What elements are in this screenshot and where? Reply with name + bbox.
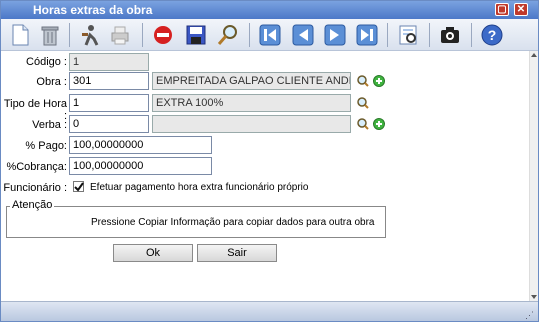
cobranca-field[interactable]: 100,00000000 [69,157,212,175]
verba-add-icon[interactable] [373,118,385,130]
vertical-scrollbar[interactable] [529,51,538,301]
search-icon[interactable] [215,22,241,48]
pago-label: % Pago: [25,140,67,152]
funcionario-checkbox[interactable] [73,181,84,192]
first-record-icon[interactable] [257,22,283,48]
obra-field[interactable]: 301 [69,72,149,90]
obra-search-icon[interactable] [357,75,369,87]
tipo-hora-search-icon[interactable] [357,97,369,109]
report-icon[interactable] [395,22,421,48]
window-title: Horas extras da obra [33,3,153,17]
scroll-up-icon[interactable] [531,53,537,57]
tipo-hora-description: EXTRA 100% [152,94,351,112]
title-bar[interactable]: Horas extras da obra ▢ ✕ [1,1,538,19]
obra-add-icon[interactable] [373,75,385,87]
atencao-text: Pressione Copiar Informação para copiar … [91,217,375,228]
delete-icon[interactable] [37,22,63,48]
print-icon[interactable] [107,22,133,48]
funcionario-label: Funcionário : [3,182,67,194]
status-bar: ⋰ [1,301,538,321]
verba-description [152,115,351,133]
new-document-icon[interactable] [7,22,33,48]
atencao-legend: Atenção [10,199,55,211]
last-record-icon[interactable] [354,22,380,48]
worker-icon[interactable] [77,22,103,48]
help-icon[interactable]: ? [479,22,505,48]
verba-search-icon[interactable] [357,118,369,130]
verba-field[interactable]: 0 [69,115,149,133]
atencao-fieldset: Atenção Pressione Copiar Informação para… [6,199,386,238]
main-window: Horas extras da obra ▢ ✕ ? Código: 1 Ob… [0,0,539,322]
verba-label: Verba : [32,119,67,131]
previous-record-icon[interactable] [290,22,316,48]
obra-label: Obra : [36,76,67,88]
sair-button[interactable]: Sair [197,244,277,262]
maximize-button[interactable]: ▢ [495,3,509,16]
next-record-icon[interactable] [322,22,348,48]
funcionario-checkbox-label: Efetuar pagamento hora extra funcionário… [90,182,309,193]
codigo-field[interactable]: 1 [69,53,149,71]
tipo-hora-field[interactable]: 1 [69,94,149,112]
camera-icon[interactable] [437,22,463,48]
close-button[interactable]: ✕ [514,3,528,16]
resize-grip-icon[interactable]: ⋰ [525,310,534,321]
cancel-icon[interactable] [150,22,176,48]
pago-field[interactable]: 100,00000000 [69,136,212,154]
save-icon[interactable] [183,22,209,48]
ok-button[interactable]: Ok [113,244,193,262]
check-icon [74,182,84,192]
svg-text:?: ? [488,27,497,43]
obra-description: EMPREITADA GALPAO CLIENTE ANDRE [152,72,351,90]
codigo-label: Código : [26,56,67,68]
scroll-down-icon[interactable] [531,295,537,299]
toolbar: ? [1,19,538,51]
cobranca-label: %Cobrança: [6,161,67,173]
form-area: Código : 1 Obra : 301 EMPREITADA GALPAO … [1,51,529,301]
